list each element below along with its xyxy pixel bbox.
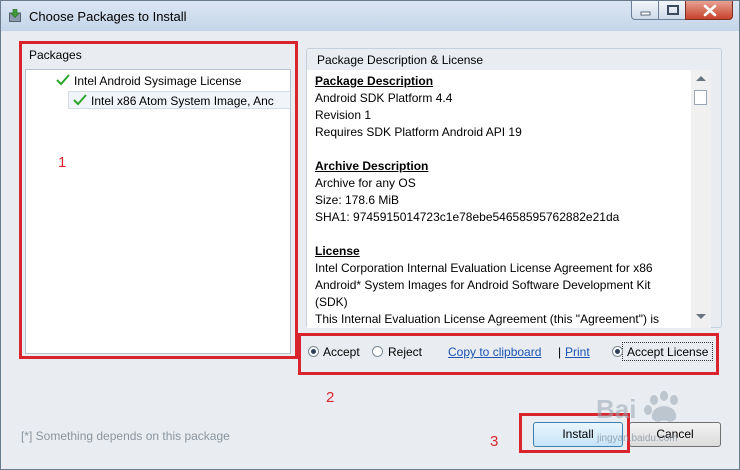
- scroll-down-icon[interactable]: [696, 314, 706, 319]
- dependency-hint: [*] Something depends on this package: [21, 429, 230, 443]
- desc-line: Android* System Images for Android Softw…: [315, 278, 651, 292]
- desc-line: Size: 178.6 MiB: [315, 193, 400, 207]
- close-button[interactable]: [685, 1, 733, 20]
- desc-line: Revision 1: [315, 108, 372, 122]
- heading-license: License: [315, 244, 360, 258]
- annotation-number-3: 3: [490, 433, 499, 450]
- desc-line: Requires SDK Platform Android API 19: [315, 125, 522, 139]
- desc-line: This Internal Evaluation License Agreeme…: [315, 312, 660, 326]
- description-scrollbar[interactable]: [691, 70, 711, 328]
- minimize-button[interactable]: [631, 1, 659, 20]
- maximize-button[interactable]: [658, 1, 686, 20]
- heading-package-description: Package Description: [315, 74, 434, 88]
- annotation-number-1: 1: [58, 154, 67, 171]
- scroll-up-icon[interactable]: [696, 76, 706, 81]
- title-bar[interactable]: Choose Packages to Install: [1, 1, 739, 31]
- window-title: Choose Packages to Install: [29, 9, 187, 24]
- heading-archive-description: Archive Description: [315, 159, 429, 173]
- desc-line: Archive for any OS: [315, 176, 416, 190]
- annotation-box-1: [19, 41, 298, 359]
- minimize-icon: [640, 11, 651, 16]
- maximize-icon: [667, 5, 679, 15]
- watermark-site: jingyan.baidu.com: [597, 433, 678, 444]
- description-text-area[interactable]: Package Description Android SDK Platform…: [307, 70, 711, 328]
- description-label: Package Description & License: [315, 53, 486, 67]
- desc-line: SHA1: 9745915014723c1e78ebe5465859576288…: [315, 210, 620, 224]
- desc-line: Android SDK Platform 4.4: [315, 91, 453, 105]
- desc-line: Intel Corporation Internal Evaluation Li…: [315, 261, 653, 275]
- annotation-box-2: [298, 333, 719, 375]
- scroll-thumb[interactable]: [694, 90, 707, 105]
- desc-line: (SDK): [315, 295, 348, 309]
- annotation-number-2: 2: [326, 389, 335, 406]
- close-icon: [703, 4, 717, 17]
- choose-packages-window: Choose Packages to Install Packages Inte…: [0, 0, 740, 470]
- download-icon: [9, 9, 21, 22]
